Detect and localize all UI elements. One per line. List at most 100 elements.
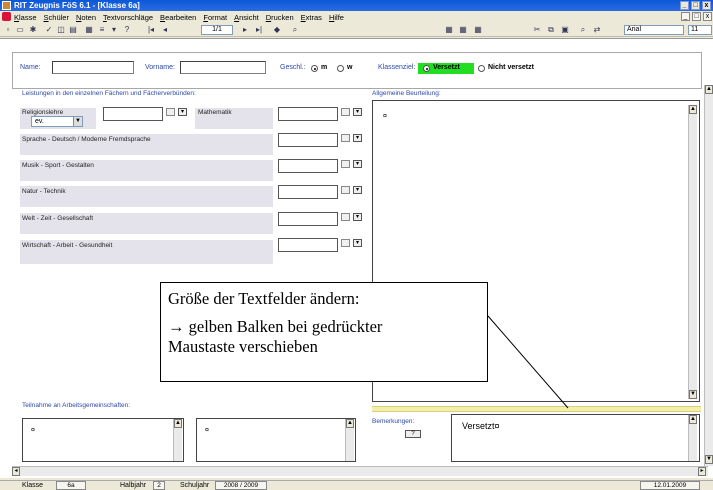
- menu-noten[interactable]: Noten: [76, 13, 96, 22]
- spellcheck-icon[interactable]: ✓: [44, 25, 54, 35]
- menu-klasse[interactable]: Klasse: [14, 13, 37, 22]
- help-icon[interactable]: ?: [122, 25, 132, 35]
- replace-icon[interactable]: ⇄: [592, 25, 602, 35]
- welt-check[interactable]: [341, 213, 350, 221]
- menu-drucken[interactable]: Drucken: [266, 13, 294, 22]
- scroll-left-icon[interactable]: ◂: [12, 467, 20, 476]
- copy-icon[interactable]: ⧉: [546, 25, 556, 35]
- musik-check[interactable]: [341, 160, 350, 168]
- natur-dropdown[interactable]: ▾: [353, 186, 362, 194]
- print-icon[interactable]: ▤: [68, 25, 78, 35]
- scroll-up-icon[interactable]: ▲: [689, 415, 697, 424]
- religion-label: Religionslehre: [22, 109, 64, 116]
- mathematik-grade-input[interactable]: [278, 107, 338, 121]
- mathematik-label: Mathematik: [198, 109, 232, 116]
- ags-textarea-1[interactable]: ¤ ▲: [22, 418, 184, 462]
- remarks-scrollbar[interactable]: ▲: [688, 415, 697, 461]
- assessment-scrollbar[interactable]: ▲ ▼: [688, 105, 697, 399]
- sprache-check[interactable]: [341, 134, 350, 142]
- welt-dropdown[interactable]: ▾: [353, 213, 362, 221]
- religion-select[interactable]: ev. ▼: [31, 116, 83, 127]
- preview-icon[interactable]: ◫: [56, 25, 66, 35]
- table3-icon[interactable]: ▦: [473, 25, 483, 35]
- import-icon[interactable]: ◆: [272, 25, 282, 35]
- ags-scrollbar-2[interactable]: ▲: [345, 419, 354, 461]
- menu-extras[interactable]: Extras: [301, 13, 322, 22]
- religion-grade-input[interactable]: [103, 107, 163, 121]
- gender-w-radio[interactable]: [337, 65, 344, 72]
- open-icon[interactable]: ▭: [15, 25, 25, 35]
- welt-grade-input[interactable]: [278, 212, 338, 226]
- wirtschaft-grade-input[interactable]: [278, 238, 338, 252]
- menu-textvorschlaege[interactable]: Textvorschläge: [103, 13, 153, 22]
- remarks-textarea[interactable]: Versetzt¤ ▲: [451, 414, 700, 462]
- scroll-up-icon[interactable]: ▲: [346, 419, 354, 428]
- nicht-versetzt-radio[interactable]: [478, 65, 485, 72]
- dropdown-icon[interactable]: ▾: [109, 25, 119, 35]
- font-name-select[interactable]: Arial: [624, 25, 684, 35]
- scroll-up-icon[interactable]: ▲: [705, 85, 713, 94]
- remarks-text: Versetzt¤: [462, 421, 500, 431]
- ags-textarea-2[interactable]: ¤ ▲: [196, 418, 356, 462]
- natur-grade-input[interactable]: [278, 185, 338, 199]
- assessment-title: Allgemeine Beurteilung:: [372, 90, 441, 97]
- scroll-down-icon[interactable]: ▼: [689, 390, 697, 399]
- musik-dropdown[interactable]: ▾: [353, 160, 362, 168]
- page-scrollbar[interactable]: ▲ ▼: [704, 85, 713, 466]
- scroll-up-icon[interactable]: ▲: [689, 105, 697, 114]
- resize-splitter[interactable]: [372, 406, 701, 412]
- gender-m-radio[interactable]: [311, 65, 318, 72]
- sort-icon[interactable]: ≡: [97, 25, 107, 35]
- name-input[interactable]: [52, 61, 134, 74]
- find-icon[interactable]: ⌕: [578, 25, 588, 35]
- subject-label-welt: Welt - Zeit - Gesellschaft: [22, 215, 94, 222]
- document-icon[interactable]: [2, 12, 11, 21]
- menu-format[interactable]: Format: [203, 13, 227, 22]
- scroll-down-icon[interactable]: ▼: [705, 455, 713, 464]
- minimize-button[interactable]: _: [680, 1, 689, 10]
- scroll-up-icon[interactable]: ▲: [174, 419, 182, 428]
- zoom-icon[interactable]: ⌕: [290, 25, 300, 35]
- horizontal-scrollbar[interactable]: ◂ ▸: [12, 466, 708, 476]
- tools-icon[interactable]: ✱: [28, 25, 38, 35]
- maximize-button[interactable]: □: [691, 1, 700, 10]
- ags-scrollbar-1[interactable]: ▲: [173, 419, 182, 461]
- sprache-grade-input[interactable]: [278, 133, 338, 147]
- new-icon[interactable]: ▫: [3, 25, 13, 35]
- menu-schueler[interactable]: Schüler: [44, 13, 69, 22]
- last-page-icon[interactable]: ▸|: [254, 25, 264, 35]
- sprache-dropdown[interactable]: ▾: [353, 134, 362, 142]
- menu-ansicht[interactable]: Ansicht: [234, 13, 259, 22]
- chevron-down-icon[interactable]: ▼: [73, 117, 82, 126]
- menu-hilfe[interactable]: Hilfe: [329, 13, 344, 22]
- table-icon[interactable]: ▦: [444, 25, 454, 35]
- religion-check[interactable]: [166, 108, 175, 116]
- mathematik-check[interactable]: [341, 108, 350, 116]
- musik-grade-input[interactable]: [278, 159, 338, 173]
- table2-icon[interactable]: ▦: [458, 25, 468, 35]
- religion-dropdown[interactable]: ▾: [178, 108, 187, 116]
- vorname-input[interactable]: [180, 61, 266, 74]
- natur-check[interactable]: [341, 186, 350, 194]
- prev-page-icon[interactable]: ◂: [160, 25, 170, 35]
- assessment-text: ¤: [383, 113, 387, 120]
- versetzt-radio[interactable]: [423, 65, 430, 72]
- cut-icon[interactable]: ✂: [532, 25, 542, 35]
- mdi-close-button[interactable]: x: [703, 12, 712, 21]
- font-size-select[interactable]: 11: [688, 25, 712, 35]
- scroll-right-icon[interactable]: ▸: [698, 467, 706, 476]
- mathematik-dropdown[interactable]: ▾: [353, 108, 362, 116]
- mdi-restore-button[interactable]: □: [692, 12, 701, 21]
- paste-icon[interactable]: ▣: [560, 25, 570, 35]
- wirtschaft-check[interactable]: [341, 239, 350, 247]
- close-button[interactable]: x: [702, 1, 711, 10]
- subject-label-natur: Natur - Technik: [22, 188, 66, 195]
- next-page-icon[interactable]: ▸: [240, 25, 250, 35]
- grades-icon[interactable]: ▦: [84, 25, 94, 35]
- versetzt-label: Versetzt: [433, 64, 460, 71]
- wirtschaft-dropdown[interactable]: ▾: [353, 239, 362, 247]
- remarks-dropdown[interactable]: ?: [405, 430, 421, 438]
- mdi-minimize-button[interactable]: _: [681, 12, 690, 21]
- first-page-icon[interactable]: |◂: [146, 25, 156, 35]
- menu-bearbeiten[interactable]: Bearbeiten: [160, 13, 196, 22]
